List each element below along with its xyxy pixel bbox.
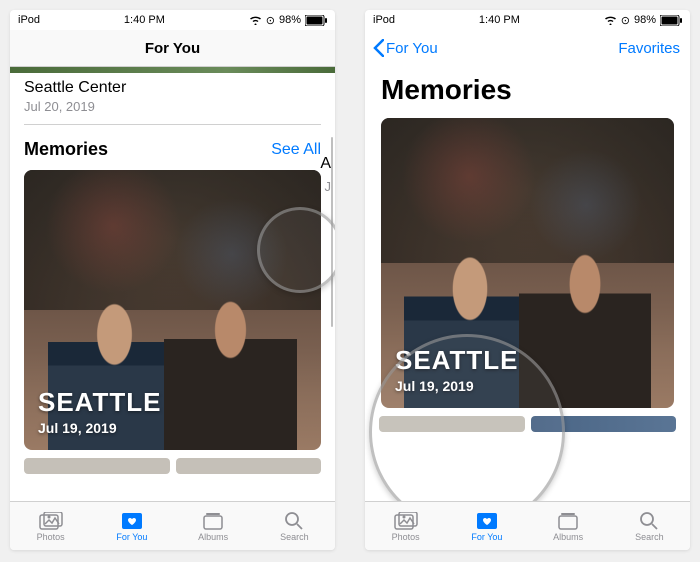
- person-right: [519, 249, 651, 409]
- thumbnail[interactable]: [379, 416, 525, 432]
- tab-label: For You: [116, 532, 147, 542]
- memory-overlay: SEATTLE Jul 19, 2019: [38, 387, 162, 436]
- content-area: Memories SEATTLE Jul 19, 2019: [365, 66, 690, 501]
- status-right: ⊙ 98%: [249, 14, 327, 27]
- wifi-icon: [604, 15, 617, 25]
- battery-pct: 98%: [634, 14, 656, 26]
- battery-pct: 98%: [279, 14, 301, 26]
- thumbnail[interactable]: [531, 416, 677, 432]
- tab-bar: Photos For You Albums Search: [10, 501, 335, 550]
- memory-overlay: SEATTLE Jul 19, 2019: [395, 345, 519, 394]
- tab-photos[interactable]: Photos: [365, 502, 446, 550]
- tab-label: Albums: [198, 532, 228, 542]
- tab-search[interactable]: Search: [609, 502, 690, 550]
- tab-label: Photos: [37, 532, 65, 542]
- back-button[interactable]: For You: [373, 39, 438, 57]
- search-icon: [282, 511, 306, 531]
- thumbnail[interactable]: [176, 458, 322, 474]
- nav-bar: For You: [10, 30, 335, 67]
- heart-card-icon: [120, 511, 144, 531]
- content-area: Seattle Center Jul 20, 2019 A J Memories…: [10, 67, 335, 501]
- albums-icon: [201, 511, 225, 531]
- tab-photos[interactable]: Photos: [10, 502, 91, 550]
- scroll-indicator: [331, 137, 333, 327]
- wifi-icon: [249, 15, 262, 25]
- search-icon: [637, 511, 661, 531]
- photos-icon: [394, 511, 418, 531]
- memory-photo-bg: [381, 118, 674, 263]
- place-header[interactable]: Seattle Center Jul 20, 2019: [10, 73, 335, 124]
- tab-for-you[interactable]: For You: [446, 502, 527, 550]
- favorites-button[interactable]: Favorites: [618, 40, 680, 57]
- place-date: Jul 20, 2019: [24, 99, 321, 114]
- status-right: ⊙ 98%: [604, 14, 682, 27]
- section-title: Memories: [24, 139, 108, 160]
- memory-title: SEATTLE: [38, 387, 162, 418]
- tab-bar: Photos For You Albums Search: [365, 501, 690, 550]
- thumbnail-row: [379, 416, 676, 432]
- thumbnail-row: [24, 458, 321, 474]
- rotation-lock-icon: ⊙: [266, 14, 275, 27]
- memory-card[interactable]: SEATTLE Jul 19, 2019: [381, 118, 674, 408]
- thumbnail[interactable]: [24, 458, 170, 474]
- person-right: [164, 296, 298, 450]
- photos-icon: [39, 511, 63, 531]
- status-bar: iPod 1:40 PM ⊙ 98%: [365, 10, 690, 30]
- memory-photo-bg: [24, 170, 321, 310]
- tab-label: Search: [280, 532, 309, 542]
- place-name: Seattle Center: [24, 79, 321, 97]
- battery-icon: [305, 15, 327, 26]
- heart-card-icon: [475, 511, 499, 531]
- tab-search[interactable]: Search: [254, 502, 335, 550]
- status-bar: iPod 1:40 PM ⊙ 98%: [10, 10, 335, 30]
- memory-date: Jul 19, 2019: [395, 378, 519, 394]
- device-label: iPod: [373, 14, 395, 26]
- memory-title: SEATTLE: [395, 345, 519, 376]
- tab-label: Search: [635, 532, 664, 542]
- phone-left: iPod 1:40 PM ⊙ 98% For You Seattle Cente…: [10, 10, 335, 550]
- chevron-left-icon: [373, 39, 384, 57]
- memory-card[interactable]: SEATTLE Jul 19, 2019: [24, 170, 321, 450]
- status-time: 1:40 PM: [479, 14, 520, 26]
- tab-albums[interactable]: Albums: [173, 502, 254, 550]
- device-label: iPod: [18, 14, 40, 26]
- status-time: 1:40 PM: [124, 14, 165, 26]
- nav-title: For You: [145, 40, 200, 57]
- tab-label: For You: [471, 532, 502, 542]
- tab-label: Albums: [553, 532, 583, 542]
- rotation-lock-icon: ⊙: [621, 14, 630, 27]
- nav-bar: For You Favorites: [365, 30, 690, 66]
- tab-albums[interactable]: Albums: [528, 502, 609, 550]
- see-all-button[interactable]: See All: [271, 141, 321, 159]
- memory-date: Jul 19, 2019: [38, 420, 162, 436]
- page-title: Memories: [365, 66, 690, 118]
- tab-label: Photos: [392, 532, 420, 542]
- tab-for-you[interactable]: For You: [91, 502, 172, 550]
- back-label: For You: [386, 40, 438, 57]
- phone-right: iPod 1:40 PM ⊙ 98% For You Favorites Mem…: [365, 10, 690, 550]
- battery-icon: [660, 15, 682, 26]
- cutoff-letter: A: [320, 155, 331, 173]
- albums-icon: [556, 511, 580, 531]
- memories-section-header: Memories See All: [10, 125, 335, 170]
